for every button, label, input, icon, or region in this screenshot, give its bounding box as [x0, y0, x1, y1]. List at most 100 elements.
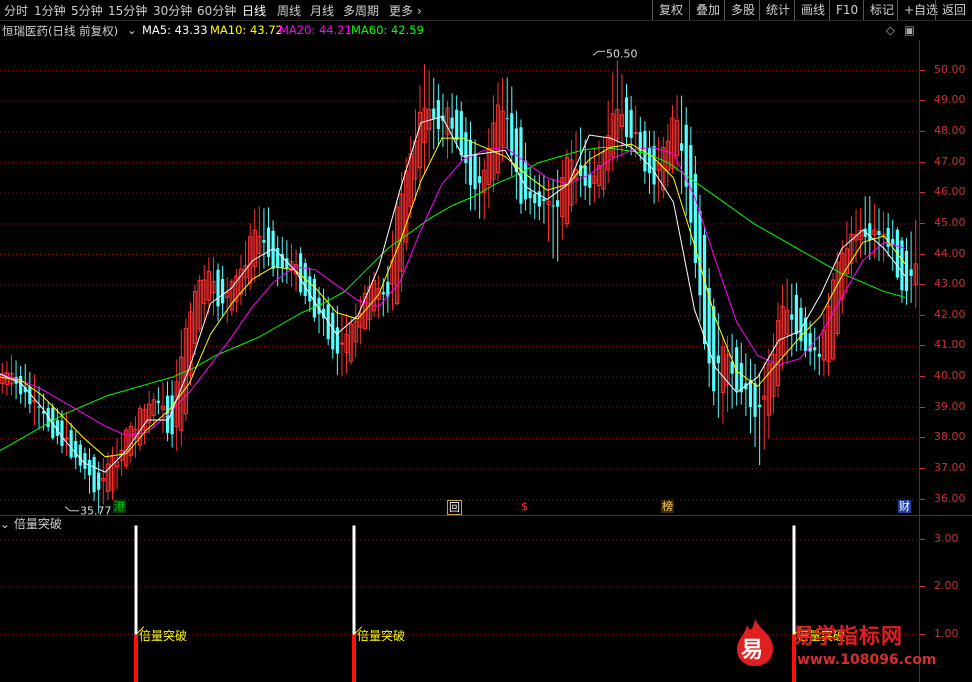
marker-dividend[interactable]: $: [520, 500, 529, 513]
candle-body: [794, 294, 798, 335]
candle-body: [331, 312, 335, 350]
candle-body: [633, 132, 638, 135]
signal-bar-red: [352, 634, 356, 682]
candle-body: [510, 113, 514, 156]
price-tick-label: 44.00: [920, 246, 966, 260]
price-tick-label: 43.00: [920, 277, 966, 291]
candle-body: [817, 353, 821, 357]
candle-body: [790, 314, 794, 320]
candle-body: [83, 453, 87, 469]
candle-body: [299, 253, 303, 293]
signal-bar-white: [792, 525, 796, 635]
candle-body: [221, 279, 225, 304]
price-tick-label: 42.00: [920, 307, 966, 321]
price-tick-label: 48.00: [920, 123, 966, 137]
marker-billboard[interactable]: 榜: [661, 500, 674, 513]
candle-body: [308, 276, 312, 302]
chevron-down-icon[interactable]: ⌄: [0, 517, 10, 531]
high-price-label: 50.50: [606, 47, 638, 60]
high-pointer: [592, 50, 605, 56]
candle-body: [909, 269, 913, 276]
price-tick-label: 36.00: [920, 491, 966, 505]
signal-bar-white: [352, 525, 356, 635]
candle-body: [533, 193, 537, 203]
candle-body: [312, 278, 317, 318]
logo-char: 易: [741, 638, 764, 663]
signal-label: 倍量突破: [139, 629, 188, 643]
candle-body: [455, 109, 459, 141]
candle-body: [505, 118, 509, 120]
candle-body: [216, 269, 220, 307]
indicator-title: 倍量突破: [13, 517, 62, 531]
candle-body: [468, 139, 473, 185]
candle-body: [97, 472, 101, 490]
candle-body: [60, 420, 64, 446]
marker-hk[interactable]: 港: [113, 500, 126, 513]
indicator-tick-label: 2.00: [920, 579, 959, 593]
candle-body: [262, 240, 266, 243]
candle-body: [473, 153, 477, 190]
candle-body: [87, 460, 92, 476]
candle-body: [523, 160, 528, 200]
candle-body: [624, 97, 629, 137]
marker-buyback[interactable]: 回: [447, 500, 462, 515]
candle-body: [702, 234, 707, 344]
indicator-tick-label: 1.00: [920, 626, 959, 640]
price-tick-label: 39.00: [920, 399, 966, 413]
candle-body: [339, 342, 345, 345]
candle-body: [432, 108, 436, 119]
candle-body: [551, 205, 555, 207]
candle-body: [381, 292, 385, 295]
candle-body: [335, 327, 339, 354]
candle-body: [758, 404, 762, 408]
indicator-title-bar[interactable]: ⌄ 倍量突破: [0, 515, 62, 531]
price-tick-label: 41.00: [920, 338, 966, 352]
candle-body: [436, 100, 440, 130]
candle-body: [712, 306, 716, 392]
candle-body: [537, 191, 541, 207]
candle-body: [877, 230, 881, 235]
price-axis: 50.00 49.00 48.00 47.00 46.00 45.00 44.00 43.00…: [919, 40, 972, 515]
watermark-title: 易学指标网: [793, 624, 903, 648]
candle-body: [904, 250, 909, 292]
candle-body: [78, 444, 82, 466]
candle-body: [556, 200, 560, 207]
watermark-url: www.108096.com: [797, 652, 937, 668]
marker-finance[interactable]: 财: [898, 500, 911, 513]
signal-bar-white: [134, 525, 138, 635]
candle-body: [748, 380, 753, 408]
price-tick-label: 38.00: [920, 430, 966, 444]
signal-bar-red: [134, 634, 138, 682]
candle-body: [459, 111, 463, 156]
candle-body: [647, 147, 652, 174]
price-tick-label: 40.00: [920, 369, 966, 383]
price-tick-label: 50.00: [920, 62, 966, 76]
price-tick-label: 45.00: [920, 215, 966, 229]
candle-body: [680, 143, 684, 151]
candle-body: [519, 127, 523, 204]
candle-body: [450, 117, 454, 129]
candle-body: [19, 375, 23, 395]
candlestick-chart[interactable]: 50.50 35.77: [0, 0, 972, 682]
candle-body: [698, 211, 702, 296]
candle-body: [156, 400, 160, 403]
candle-body: [808, 333, 812, 352]
price-tick-label: 47.00: [920, 154, 966, 168]
candle-body: [542, 198, 546, 202]
candle-body: [753, 383, 757, 417]
price-tick-label: 37.00: [920, 461, 966, 475]
candle-body: [478, 176, 482, 183]
candle-body: [891, 239, 895, 245]
candle-body: [813, 347, 817, 351]
low-pointer: [64, 506, 79, 512]
candle-body: [528, 191, 532, 199]
candle-body: [689, 145, 693, 223]
candle-body: [69, 430, 73, 458]
indicator-tick-label: 3.00: [920, 531, 959, 545]
price-tick-label: 49.00: [920, 93, 966, 107]
low-price-label: 35.77: [80, 505, 112, 518]
candle-body: [37, 406, 41, 408]
candle-body: [92, 457, 96, 493]
signal-label: 倍量突破: [357, 629, 406, 643]
candle-body: [588, 174, 592, 188]
